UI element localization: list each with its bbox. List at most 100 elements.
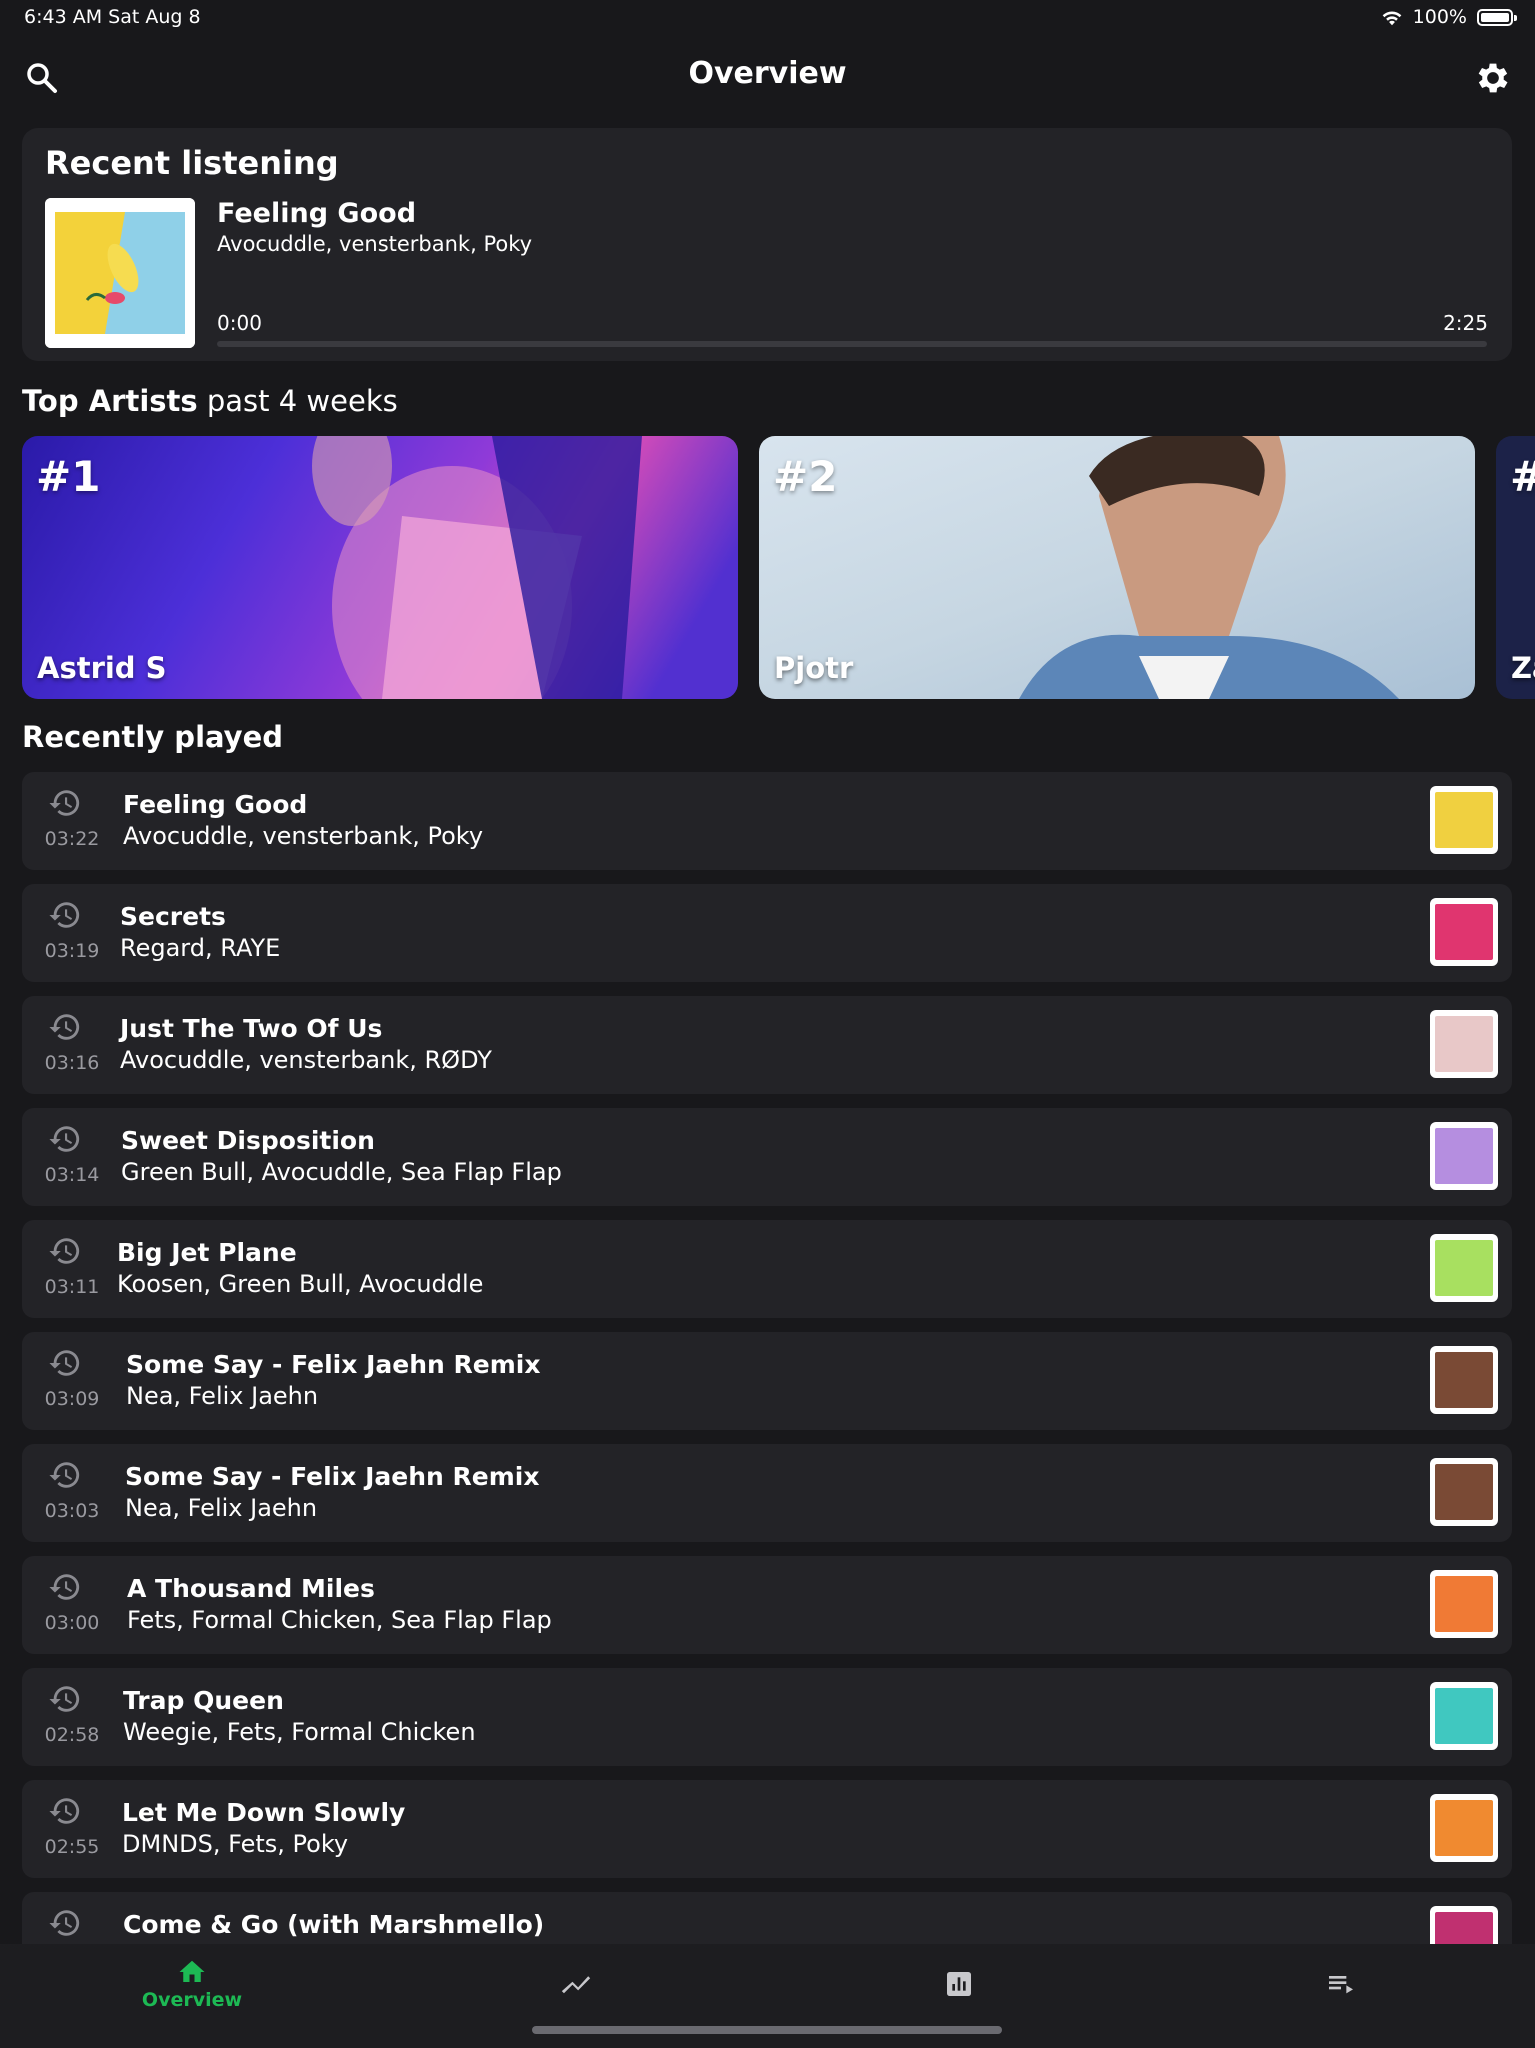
- top-artists-title: Top Artists: [22, 384, 198, 418]
- track-name: Feeling Good: [123, 790, 308, 819]
- artist-rank: #2: [773, 452, 838, 501]
- history-icon: [49, 1126, 80, 1152]
- status-indicators: 100%: [1381, 6, 1517, 28]
- played-time: 03:00: [44, 1612, 100, 1634]
- playlist-icon: [1329, 1976, 1353, 1994]
- nav-overview-label: Overview: [141, 1989, 243, 2011]
- history-icon: [49, 1014, 80, 1040]
- history-icon: [49, 1910, 80, 1936]
- track-name: Secrets: [120, 902, 226, 931]
- battery-icon: [1477, 8, 1517, 26]
- track-artists: Avocuddle, vensterbank, RØDY: [120, 1046, 492, 1074]
- track-row[interactable]: 03:22 Feeling Good Avocuddle, vensterbank,…: [22, 772, 1512, 870]
- settings-button[interactable]: [1473, 58, 1513, 98]
- bar-chart-icon: [947, 1972, 971, 1996]
- history-icon: [49, 902, 80, 928]
- history-icon: [49, 1238, 80, 1264]
- track-row[interactable]: 03:09 Some Say - Felix Jaehn Remix Nea, Fe…: [22, 1332, 1512, 1430]
- trending-icon: [561, 1976, 591, 1994]
- track-artists: Koosen, Green Bull, Avocuddle: [117, 1270, 484, 1298]
- track-artists: Regard, RAYE: [120, 934, 281, 962]
- artist-name: Za: [1511, 651, 1535, 685]
- track-row[interactable]: 02:58 Trap Queen Weegie, Fets, Formal Chic…: [22, 1668, 1512, 1766]
- elapsed-time: 0:00: [217, 311, 262, 335]
- track-artwork: [1430, 1346, 1498, 1414]
- played-time: 02:55: [44, 1836, 100, 1858]
- history-icon: [49, 1574, 80, 1600]
- artist-rank: #1: [36, 452, 101, 501]
- played-time: 03:22: [44, 828, 100, 850]
- played-time: 02:58: [44, 1724, 100, 1746]
- artist-name: Astrid S: [37, 651, 167, 685]
- track-row[interactable]: 03:14 Sweet Disposition Green Bull, Avocud…: [22, 1108, 1512, 1206]
- track-artists: Weegie, Fets, Formal Chicken: [123, 1718, 476, 1746]
- track-artwork: [1430, 1234, 1498, 1302]
- track-artwork: [1430, 786, 1498, 854]
- track-artwork: [1430, 1570, 1498, 1638]
- track-name: Some Say - Felix Jaehn Remix: [126, 1350, 541, 1379]
- track-artwork: [1430, 1794, 1498, 1862]
- track-artists: Nea, Felix Jaehn: [126, 1382, 319, 1410]
- track-artists: Fets, Formal Chicken, Sea Flap Flap: [127, 1606, 552, 1634]
- played-time: 03:11: [44, 1276, 100, 1298]
- page-title: Overview: [688, 56, 847, 91]
- history-icon: [49, 1686, 80, 1712]
- track-row[interactable]: 03:16 Just The Two Of Us Avocuddle, venste…: [22, 996, 1512, 1094]
- top-artist-card-1[interactable]: #1 Astrid S: [22, 436, 738, 699]
- track-name: Come & Go (with Marshmello): [123, 1910, 545, 1939]
- artist-name: Pjotr: [774, 651, 854, 685]
- track-row[interactable]: 02:55 Let Me Down Slowly DMNDS, Fets, Poky: [22, 1780, 1512, 1878]
- nav-stats[interactable]: [859, 1944, 1059, 2024]
- album-cover: [45, 198, 195, 348]
- recent-song-artists: Avocuddle, vensterbank, Poky: [217, 232, 533, 256]
- track-artwork: [1430, 1122, 1498, 1190]
- track-artwork: [1430, 1682, 1498, 1750]
- status-time: 6:43 AM Sat Aug 8: [24, 6, 201, 28]
- track-artists: DMNDS, Fets, Poky: [122, 1830, 349, 1858]
- wifi-icon: [1382, 10, 1402, 25]
- track-row[interactable]: 03:03 Some Say - Felix Jaehn Remix Nea, Fe…: [22, 1444, 1512, 1542]
- track-artwork: [1430, 898, 1498, 966]
- track-name: Trap Queen: [123, 1686, 284, 1715]
- top-artist-card-2[interactable]: #2 Pjotr: [759, 436, 1475, 699]
- track-row[interactable]: 03:11 Big Jet Plane Koosen, Green Bull, Av…: [22, 1220, 1512, 1318]
- nav-overview[interactable]: Overview: [92, 1944, 292, 2024]
- played-time: 03:14: [44, 1164, 100, 1186]
- history-icon: [49, 790, 80, 816]
- track-name: Let Me Down Slowly: [122, 1798, 406, 1827]
- nav-history[interactable]: [1241, 1944, 1441, 2024]
- played-time: 03:16: [44, 1052, 100, 1074]
- artist-photo: [1019, 436, 1399, 699]
- battery-percent: 100%: [1412, 6, 1467, 28]
- artist-rank: #: [1510, 452, 1535, 501]
- track-row[interactable]: 03:19 Secrets Regard, RAYE: [22, 884, 1512, 982]
- recent-song-title: Feeling Good: [217, 198, 417, 229]
- track-artists: Avocuddle, vensterbank, Poky: [123, 822, 484, 850]
- history-icon: [49, 1462, 80, 1488]
- track-artwork: [1430, 1458, 1498, 1526]
- played-time: 03:09: [44, 1388, 100, 1410]
- top-artists-heading: Top Artists past 4 weeks: [22, 384, 398, 418]
- track-artists: Nea, Felix Jaehn: [125, 1494, 318, 1522]
- playback-progress-bar[interactable]: [217, 341, 1487, 347]
- track-name: Some Say - Felix Jaehn Remix: [125, 1462, 540, 1491]
- track-duration: 2:25: [1443, 311, 1488, 335]
- history-icon: [49, 1350, 80, 1376]
- played-time: 03:19: [44, 940, 100, 962]
- home-icon: [179, 1960, 205, 1982]
- gear-icon: [1478, 63, 1508, 93]
- recently-played-heading: Recently played: [22, 720, 284, 754]
- track-name: A Thousand Miles: [127, 1574, 375, 1603]
- history-icon: [49, 1798, 80, 1824]
- track-name: Sweet Disposition: [121, 1126, 375, 1155]
- recent-listening-title: Recent listening: [45, 144, 339, 182]
- track-artists: Green Bull, Avocuddle, Sea Flap Flap: [121, 1158, 562, 1186]
- nav-trends[interactable]: [476, 1944, 676, 2024]
- top-artist-card-3[interactable]: # Za: [1496, 436, 1535, 699]
- track-row[interactable]: 03:00 A Thousand Miles Fets, Formal Chicke…: [22, 1556, 1512, 1654]
- track-name: Big Jet Plane: [117, 1238, 297, 1267]
- top-artists-period: past 4 weeks: [197, 384, 398, 418]
- home-indicator: [532, 2026, 1002, 2034]
- track-name: Just The Two Of Us: [120, 1014, 383, 1043]
- recent-listening-card[interactable]: Recent listening Feeling Good Avocuddle,…: [22, 128, 1512, 361]
